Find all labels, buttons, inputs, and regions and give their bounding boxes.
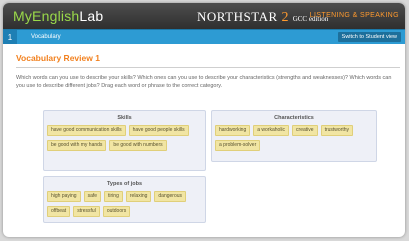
word-chip[interactable]: a workaholic [253,125,290,136]
activity-title: Vocabulary Review 1 [16,53,400,68]
word-chip[interactable]: offbeat [47,206,71,217]
unit-nav-bar: 1 Vocabulary Switch to Student view [3,29,405,44]
word-chip[interactable]: be good with numbers [109,140,167,151]
word-chip[interactable]: high paying [47,191,81,202]
word-chip[interactable]: have good people skills [128,125,189,136]
word-chip[interactable]: safe [83,191,102,202]
word-chip[interactable]: a problem-solver [215,140,261,151]
activity-content: Vocabulary Review 1 Which words can you … [3,53,405,90]
word-chip[interactable]: relaxing [125,191,152,202]
northstar-number: 2 [281,10,289,25]
word-chip[interactable]: outdoors [102,206,131,217]
word-chip[interactable]: stressful [73,206,100,217]
characteristics-drop-zone[interactable]: Characteristics hardworking a workaholic c… [211,110,377,162]
word-chip[interactable]: dangerous [154,191,187,202]
word-chip[interactable]: trustworthy [320,125,354,136]
brand-name-part1: MyEnglish [13,8,80,24]
northstar-logo: NORTHSTAR 2 GCC edition [197,9,328,26]
word-chip[interactable]: creative [292,125,318,136]
word-chip[interactable]: tiring [104,191,123,202]
course-skills-label: LISTENING & SPEAKING [309,12,399,19]
top-bar: MyEnglishLab NORTHSTAR 2 GCC edition LIS… [3,3,405,29]
word-chip[interactable]: have good communication skills [47,125,126,136]
northstar-name: NORTHSTAR [197,9,278,24]
skills-drop-zone[interactable]: Skills have good communication skills hav… [43,110,206,171]
word-chip[interactable]: hardworking [215,125,251,136]
unit-number[interactable]: 1 [3,30,17,44]
unit-title[interactable]: Vocabulary [31,34,61,40]
word-chip[interactable]: be good with my hands [47,140,107,151]
switch-student-view-button[interactable]: Switch to Student view [337,32,401,42]
brand-logo[interactable]: MyEnglishLab [13,8,103,24]
activity-instructions: Which words can you use to describe your… [16,75,392,89]
characteristics-chip-list: hardworking a workaholic creative trustwort… [212,121,376,151]
skills-chip-list: have good communication skills have good … [44,121,205,151]
app-window: MyEnglishLab NORTHSTAR 2 GCC edition LIS… [3,3,405,237]
brand-name-part2: Lab [79,8,104,24]
jobs-drop-zone[interactable]: Types of jobs high paying safe tiring relax… [43,176,206,223]
jobs-chip-list: high paying safe tiring relaxing dangerous of… [44,187,205,217]
